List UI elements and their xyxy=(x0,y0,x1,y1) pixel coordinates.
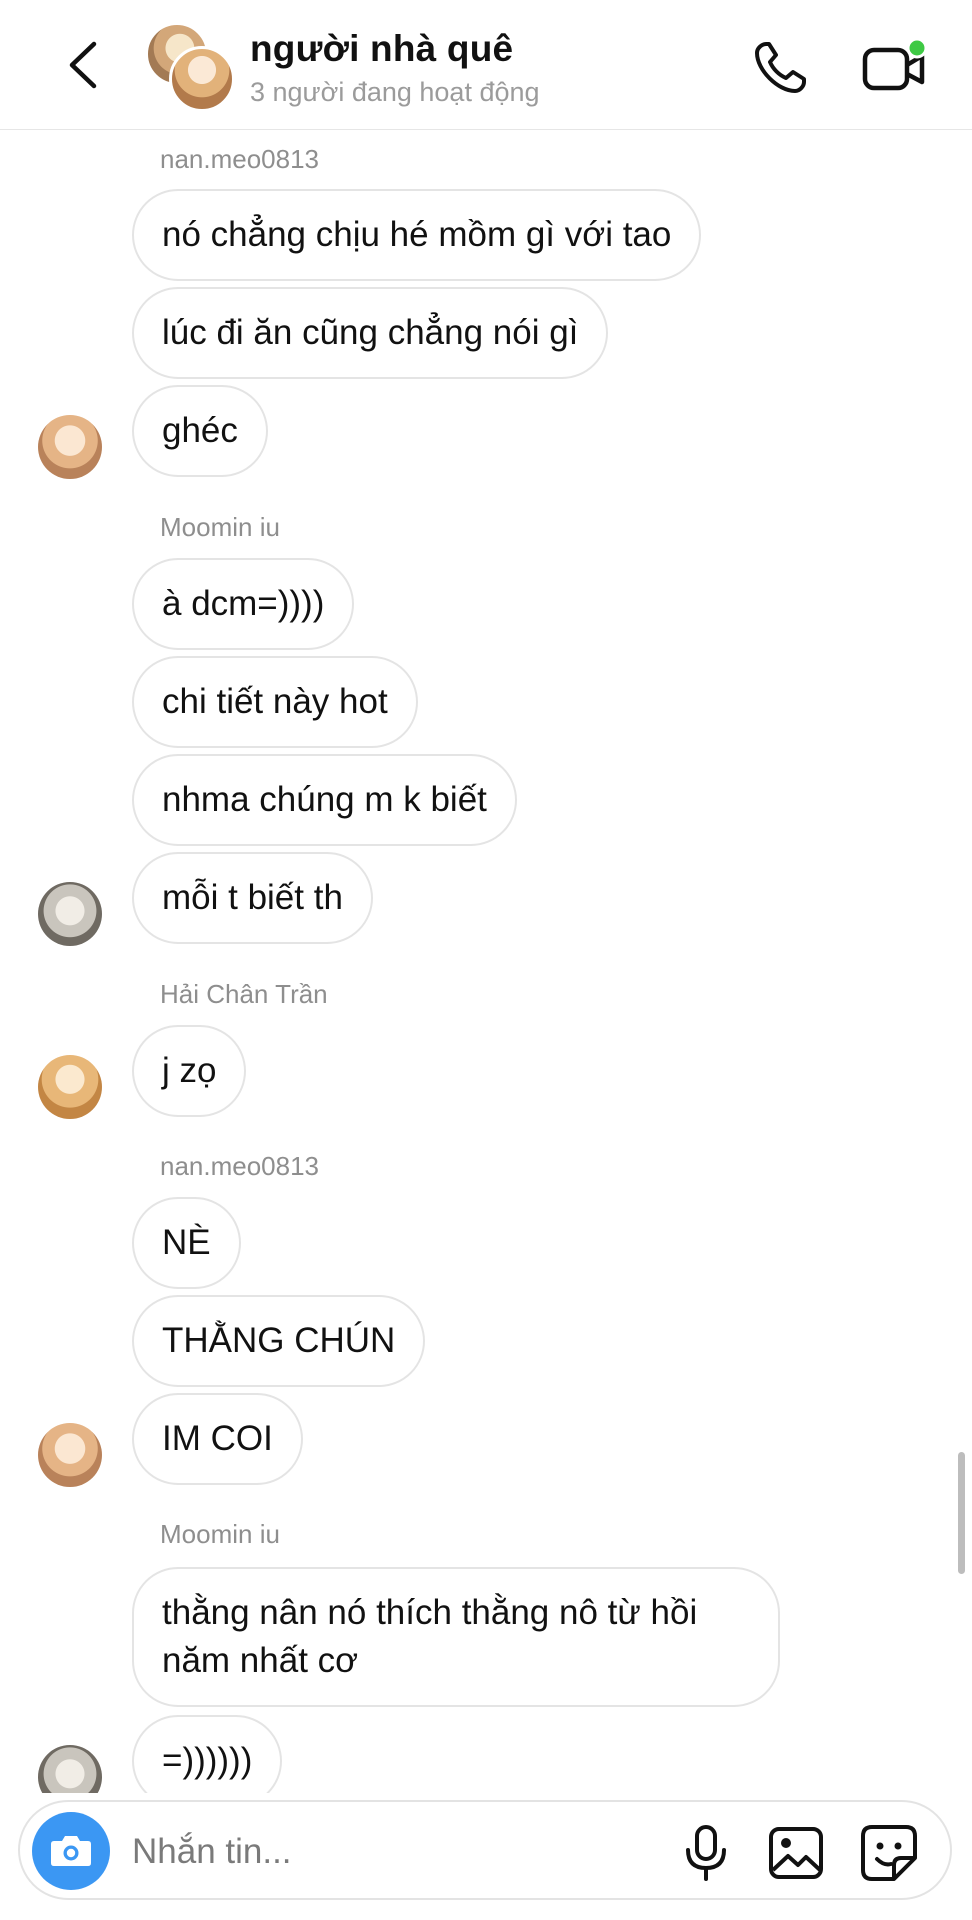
active-status: 3 người đang hoạt động xyxy=(250,77,540,107)
message-bubble[interactable]: IM COI xyxy=(132,1393,303,1485)
microphone-icon xyxy=(686,1825,726,1881)
phone-icon xyxy=(755,42,806,93)
avatar-nan[interactable] xyxy=(38,415,102,479)
message-bubble[interactable]: chi tiết này hot xyxy=(132,656,418,748)
message-bubble[interactable]: nhma chúng m k biết xyxy=(132,754,517,846)
message-bubble[interactable]: lúc đi ăn cũng chẳng nói gì xyxy=(132,287,609,379)
gallery-icon xyxy=(769,1827,823,1879)
message-bubble[interactable]: =)))))) xyxy=(132,1715,283,1793)
camera-button[interactable] xyxy=(32,1812,110,1890)
message-bubble[interactable]: THẰNG CHÚN xyxy=(132,1295,426,1387)
sender-name: nan.meo0813 xyxy=(160,144,320,174)
sender-name: Hải Chân Trần xyxy=(160,979,328,1009)
chat-title[interactable]: người nhà quê xyxy=(250,28,513,70)
avatar-moomin[interactable] xyxy=(38,1745,102,1793)
message-bubble[interactable]: nó chẳng chịu hé mồm gì với tao xyxy=(132,189,702,281)
scrollbar[interactable] xyxy=(958,1452,965,1574)
chat-header: người nhà quê 3 người đang hoạt động xyxy=(0,0,972,130)
avatar-hai[interactable] xyxy=(38,1055,102,1119)
group-avatar[interactable] xyxy=(145,22,235,112)
avatar-nan[interactable] xyxy=(38,1423,102,1487)
sender-name: Moomin iu xyxy=(160,1519,280,1549)
video-camera-icon xyxy=(862,37,928,91)
message-bubble[interactable]: mỗi t biết th xyxy=(132,852,373,944)
camera-icon xyxy=(51,1836,91,1866)
online-indicator-icon xyxy=(906,37,928,59)
sender-name: Moomin iu xyxy=(160,512,280,542)
message-input[interactable] xyxy=(132,1824,652,1880)
message-bubble[interactable]: NÈ xyxy=(132,1197,241,1289)
video-call-button[interactable] xyxy=(860,37,930,98)
sticker-icon xyxy=(861,1825,917,1881)
voice-message-button[interactable] xyxy=(680,1824,732,1882)
sticker-button[interactable] xyxy=(860,1824,918,1882)
message-bubble[interactable]: à dcm=)))) xyxy=(132,558,355,650)
message-bubble[interactable]: thằng nân nó thích thằng nô từ hồi năm n… xyxy=(132,1567,780,1707)
chevron-left-icon xyxy=(69,41,97,89)
group-avatar-photo-2 xyxy=(169,46,235,112)
message-composer xyxy=(18,1800,952,1900)
message-list[interactable]: nan.meo0813 nó chẳng chịu hé mồm gì với … xyxy=(0,131,972,1793)
voice-call-button[interactable] xyxy=(750,38,810,98)
message-bubble[interactable]: ghéc xyxy=(132,385,268,477)
sender-name: nan.meo0813 xyxy=(160,1151,320,1181)
message-bubble[interactable]: j zọ xyxy=(132,1025,247,1117)
back-button[interactable] xyxy=(64,40,104,90)
gallery-button[interactable] xyxy=(768,1826,824,1880)
avatar-moomin[interactable] xyxy=(38,882,102,946)
